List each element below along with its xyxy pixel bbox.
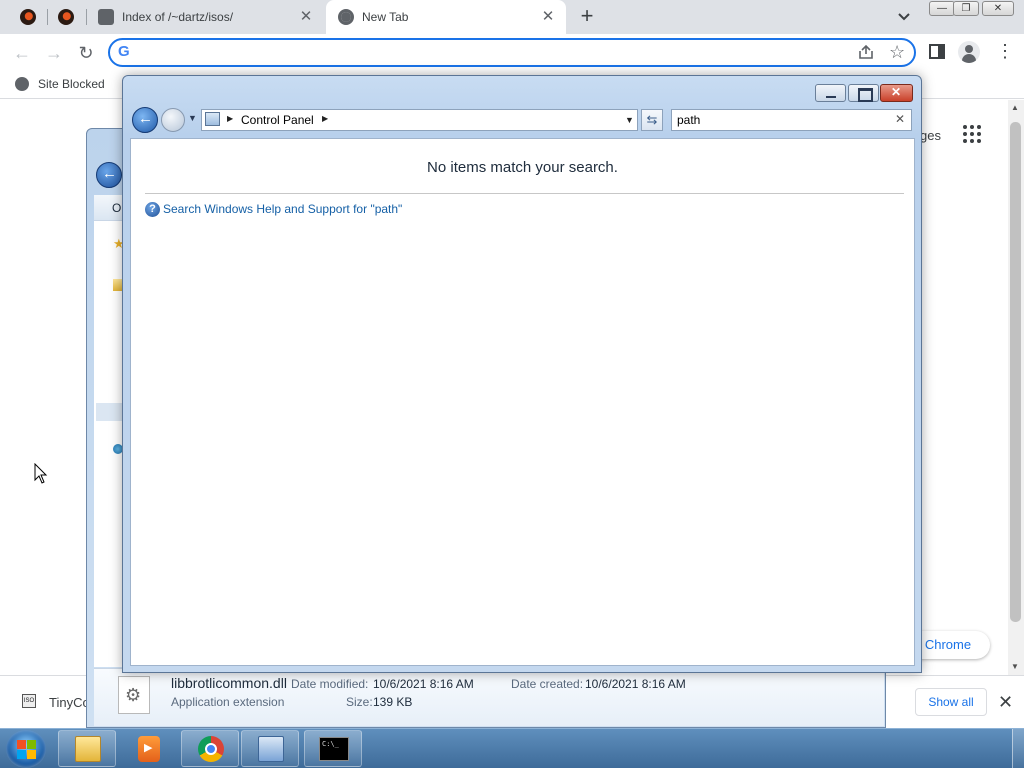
profile-avatar-icon[interactable] (958, 41, 980, 63)
side-panel-icon[interactable] (929, 44, 945, 59)
show-desktop-button[interactable] (1012, 729, 1024, 768)
close-icon[interactable]: ✕ (540, 9, 556, 25)
size-value: 139 KB (373, 695, 413, 709)
back-arrow-icon[interactable]: ← (10, 41, 34, 65)
windows-logo-icon (27, 740, 36, 749)
taskbar-media-player-button[interactable] (119, 730, 177, 767)
maximize-button[interactable] (848, 84, 879, 102)
control-panel-content (130, 138, 915, 666)
tab-new-tab[interactable]: New Tab ✕ (326, 0, 566, 34)
forward-arrow-icon[interactable]: → (42, 41, 66, 65)
date-created-label: Date created: (511, 677, 584, 691)
command-prompt-icon: C:\_ (319, 737, 349, 761)
minimize-button[interactable] (815, 84, 846, 102)
taskbar-explorer-button[interactable] (58, 730, 116, 767)
breadcrumb-chevron-icon[interactable]: ▶ (322, 114, 328, 123)
chrome-icon (198, 736, 224, 762)
clear-search-icon[interactable]: ✕ (895, 112, 905, 126)
date-created-value: 10/6/2021 8:16 AM (585, 677, 686, 691)
iso-file-icon: ISO (22, 694, 36, 708)
help-icon[interactable]: ? (145, 202, 160, 217)
download-item-name[interactable]: TinyCo (49, 695, 90, 710)
ntp-images-link[interactable]: ges (920, 128, 941, 143)
address-dropdown-icon[interactable]: ▼ (625, 115, 634, 125)
breadcrumb-chevron-icon[interactable]: ▶ (227, 114, 233, 123)
close-icon[interactable]: ✕ (998, 692, 1013, 713)
date-modified-label: Date modified: (291, 677, 369, 691)
flame-favicon-icon (20, 9, 36, 25)
breadcrumb-control-panel[interactable]: Control Panel (241, 113, 314, 127)
chevron-down-icon[interactable] (895, 8, 913, 26)
recent-pages-dropdown-icon[interactable]: ▼ (188, 113, 197, 123)
address-bar[interactable] (108, 38, 916, 67)
tab-title: New Tab (362, 10, 409, 24)
bookmark-star-icon[interactable]: ☆ (889, 42, 905, 63)
search-help-link[interactable]: Search Windows Help and Support for "pat… (163, 202, 402, 216)
computer-item[interactable] (96, 403, 124, 421)
windows-logo-icon (17, 740, 26, 749)
tab-index-of-isos[interactable]: Index of /~dartz/isos/ ✕ (78, 0, 324, 34)
close-icon[interactable]: ✕ (298, 9, 314, 25)
windows-logo-icon (27, 750, 36, 759)
library-icon[interactable] (113, 279, 122, 291)
scrollbar-thumb[interactable] (1010, 122, 1021, 622)
reload-icon[interactable]: ↻ (74, 41, 98, 65)
control-panel-icon (258, 736, 284, 762)
tab-title: Index of /~dartz/isos/ (122, 10, 234, 24)
apps-grid-icon[interactable] (963, 125, 983, 145)
close-window-button[interactable]: ✕ (982, 1, 1014, 16)
site-favicon-icon (98, 9, 114, 25)
chrome-favicon-icon (338, 9, 354, 25)
search-input[interactable] (671, 109, 912, 131)
taskbar-chrome-button[interactable] (181, 730, 239, 767)
dll-file-icon (118, 676, 150, 714)
taskbar-control-panel-button[interactable] (241, 730, 299, 767)
windows-logo-icon (17, 750, 26, 759)
start-button[interactable] (6, 730, 46, 768)
flame-favicon-icon (58, 9, 74, 25)
restore-button[interactable]: ❐ (953, 1, 979, 16)
search-input-value[interactable]: path (677, 113, 700, 127)
scroll-up-icon[interactable]: ▲ (1011, 103, 1019, 112)
bookmark-site-blocked[interactable]: Site Blocked (38, 77, 105, 91)
scroll-down-icon[interactable]: ▼ (1011, 662, 1019, 671)
organize-menu[interactable]: O (112, 201, 121, 215)
size-label: Size: (346, 695, 373, 709)
share-icon[interactable] (857, 43, 875, 61)
media-player-icon (138, 736, 160, 762)
new-tab-button[interactable]: + (576, 5, 598, 28)
kebab-menu-icon[interactable]: ⋮ (996, 42, 1014, 60)
refresh-icon[interactable]: ⇆ (641, 109, 663, 131)
date-modified-value: 10/6/2021 8:16 AM (373, 677, 474, 691)
file-type: Application extension (171, 695, 285, 709)
globe-icon (15, 77, 29, 91)
details-file-name: libbrotlicommon.dll (171, 675, 287, 691)
no-results-message: No items match your search. (427, 159, 618, 176)
mouse-cursor-icon (34, 463, 48, 484)
taskbar-cmd-button[interactable]: C:\_ (304, 730, 362, 767)
folder-icon (75, 736, 101, 762)
back-arrow-icon[interactable] (96, 162, 122, 188)
forward-arrow-icon[interactable] (161, 108, 185, 132)
google-icon: G (118, 43, 130, 60)
minimize-button[interactable]: — (929, 1, 955, 16)
back-arrow-icon[interactable] (132, 107, 158, 133)
show-all-downloads-button[interactable]: Show all (915, 688, 987, 716)
control-panel-icon (205, 112, 220, 126)
close-button[interactable] (880, 84, 913, 102)
divider (145, 193, 904, 194)
